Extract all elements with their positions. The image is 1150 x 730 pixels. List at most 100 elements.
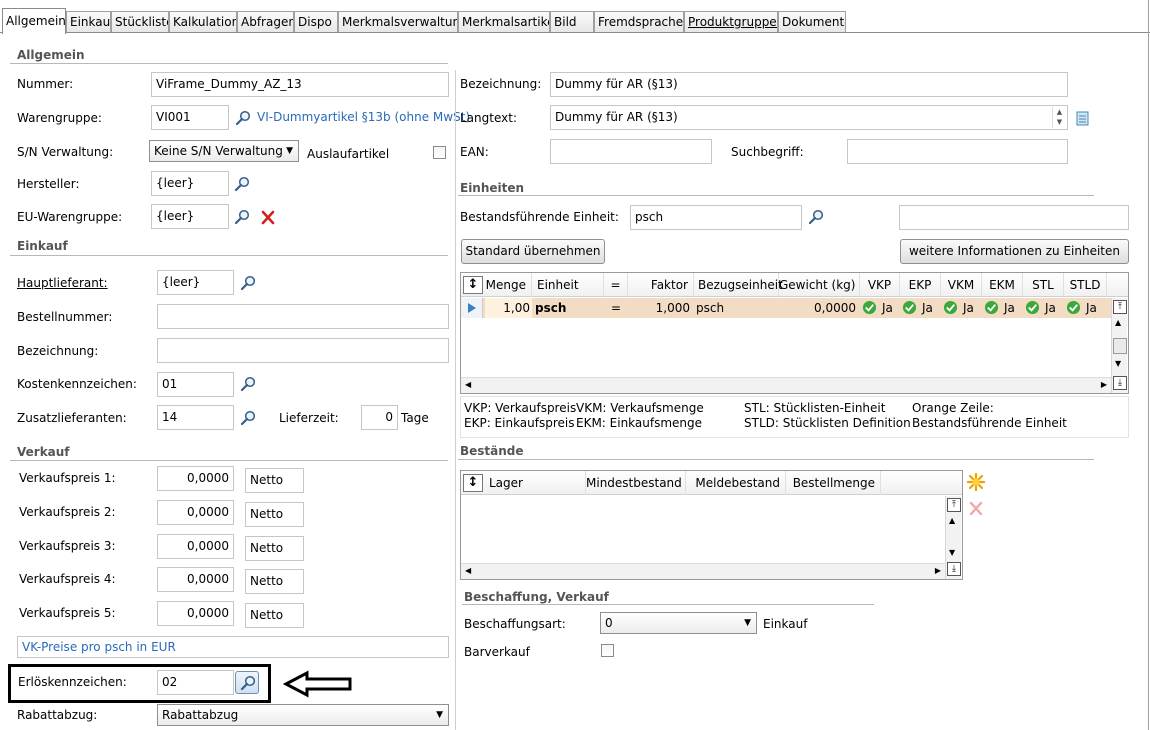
delete-icon[interactable]: [968, 500, 984, 516]
rabattabzug-select[interactable]: Rabattabzug ▼: [157, 704, 449, 726]
scroll-top-icon[interactable]: ⤒: [947, 498, 961, 512]
scroll-up-icon[interactable]: ▲: [1115, 318, 1121, 327]
tab-merkmalsartikel[interactable]: Merkmalsartikel: [458, 11, 550, 33]
tab-stueckliste[interactable]: Stückliste: [111, 11, 169, 33]
scroll-up-icon[interactable]: ▲: [949, 516, 955, 525]
verkaufspreis-5-field[interactable]: 0,0000: [157, 601, 234, 626]
verkaufspreis-4-field[interactable]: 0,0000: [157, 567, 234, 592]
cell-ekm[interactable]: Ja: [982, 298, 1023, 318]
scroll-left-icon[interactable]: ◀: [465, 380, 471, 389]
bestandsfuehrende-einheit-field[interactable]: psch: [630, 205, 802, 230]
ean-field[interactable]: [550, 139, 712, 164]
cell-faktor[interactable]: 1,000: [628, 298, 694, 318]
cell-stld[interactable]: Ja: [1064, 298, 1107, 318]
erloeskennzeichen-field[interactable]: 02: [157, 670, 234, 695]
col-gewicht[interactable]: Gewicht (kg): [779, 273, 860, 297]
tab-bild[interactable]: Bild: [550, 11, 594, 33]
lieferzeit-field[interactable]: 0: [361, 405, 398, 430]
tab-abfragen[interactable]: Abfragen: [237, 11, 294, 33]
table-row[interactable]: 1,00 psch = 1,000 psch 0,0000 Ja Ja Ja J…: [461, 298, 1111, 318]
col-vkm[interactable]: VKM: [941, 273, 982, 297]
warengruppe-search-icon[interactable]: [235, 110, 251, 126]
scroll-bottom-icon[interactable]: ⤓: [1113, 376, 1127, 390]
verkaufspreis-3-type[interactable]: Netto: [245, 536, 304, 561]
tab-allgemein[interactable]: Allgemein: [2, 8, 66, 34]
col-lager[interactable]: Lager: [485, 471, 586, 495]
einheiten-hscrollbar[interactable]: ◀ ▶: [461, 377, 1111, 393]
tab-kalkulation[interactable]: Kalkulation: [169, 11, 237, 33]
scroll-top-icon[interactable]: ⤒: [1113, 300, 1127, 314]
col-eq[interactable]: =: [604, 273, 628, 297]
resize-icon[interactable]: ↕: [463, 474, 483, 492]
cell-einheit[interactable]: psch: [535, 298, 603, 318]
hauptlieferant-field[interactable]: {leer}: [157, 270, 234, 295]
notepad-icon[interactable]: [1074, 110, 1090, 126]
einkauf-bezeichnung-field[interactable]: [157, 338, 449, 363]
hauptlieferant-search-icon[interactable]: [240, 275, 256, 291]
verkaufspreis-3-field[interactable]: 0,0000: [157, 534, 234, 559]
col-mindestbestand[interactable]: Mindestbestand: [586, 471, 686, 495]
tab-produktgruppen[interactable]: Produktgruppen: [684, 11, 778, 33]
standard-uebernehmen-button[interactable]: Standard übernehmen: [461, 239, 605, 264]
verkaufspreis-2-type[interactable]: Netto: [245, 502, 304, 527]
scroll-left-icon[interactable]: ◀: [465, 566, 471, 575]
suchbegriff-field[interactable]: [847, 139, 1068, 164]
cell-stl[interactable]: Ja: [1023, 298, 1064, 318]
einheit-extra-field[interactable]: [899, 205, 1129, 230]
sn-select[interactable]: Keine S/N Verwaltung ▼: [149, 140, 299, 162]
nummer-field[interactable]: ViFrame_Dummy_AZ_13: [151, 72, 449, 97]
verkaufspreis-1-type[interactable]: Netto: [245, 468, 304, 493]
tab-einkauf[interactable]: Einkauf: [66, 11, 111, 33]
bestaende-hscrollbar[interactable]: ◀ ▶: [461, 563, 945, 579]
col-einheit[interactable]: Einheit: [533, 273, 604, 297]
scroll-right-icon[interactable]: ▶: [1101, 380, 1107, 389]
col-meldebestand[interactable]: Meldebestand: [686, 471, 786, 495]
warengruppe-field[interactable]: VI001: [151, 105, 229, 130]
cell-menge[interactable]: 1,00: [485, 298, 532, 318]
cell-gewicht[interactable]: 0,0000: [779, 298, 860, 318]
kostenkennzeichen-search-icon[interactable]: [240, 376, 256, 392]
langtext-field[interactable]: Dummy für AR (§13) ▲ ▼: [550, 105, 1068, 130]
einheit-search-icon[interactable]: [808, 209, 824, 225]
col-faktor[interactable]: Faktor: [628, 273, 694, 297]
verkaufspreis-4-type[interactable]: Netto: [245, 569, 304, 594]
eu-clear-icon[interactable]: [260, 209, 276, 225]
col-ekp[interactable]: EKP: [900, 273, 941, 297]
scroll-thumb[interactable]: [1113, 338, 1127, 354]
tab-dokumente[interactable]: Dokumente: [778, 11, 846, 33]
cell-vkp[interactable]: Ja: [860, 298, 900, 318]
barverkauf-checkbox[interactable]: [601, 644, 614, 657]
auslauf-checkbox[interactable]: [433, 146, 446, 159]
tab-fremdsprachen[interactable]: Fremdsprachen: [594, 11, 684, 33]
col-ekm[interactable]: EKM: [982, 273, 1023, 297]
cell-ekp[interactable]: Ja: [900, 298, 941, 318]
col-bestellmenge[interactable]: Bestellmenge: [786, 471, 881, 495]
weitere-informationen-button[interactable]: weitere Informationen zu Einheiten: [900, 239, 1129, 264]
bestellnummer-field[interactable]: [157, 304, 449, 329]
resize-icon[interactable]: ↕: [463, 276, 483, 294]
verkaufspreis-2-field[interactable]: 0,0000: [157, 500, 234, 525]
col-stl[interactable]: STL: [1023, 273, 1064, 297]
col-bezugseinheit[interactable]: Bezugseinheit: [694, 273, 783, 297]
hersteller-field[interactable]: {leer}: [151, 171, 229, 196]
tab-merkmalsverwaltung[interactable]: Merkmalsverwaltung: [338, 11, 458, 33]
verkaufspreis-5-type[interactable]: Netto: [245, 603, 304, 628]
erloeskennzeichen-search-button[interactable]: [235, 671, 259, 694]
scroll-down-icon[interactable]: ▼: [949, 548, 955, 557]
scroll-right-icon[interactable]: ▶: [935, 566, 941, 575]
eu-field[interactable]: {leer}: [151, 204, 229, 229]
hersteller-search-icon[interactable]: [234, 176, 250, 192]
col-vkp[interactable]: VKP: [860, 273, 900, 297]
scroll-down-icon[interactable]: ▼: [1115, 359, 1121, 368]
beschaffungsart-select[interactable]: 0 ▼: [600, 612, 757, 634]
tab-dispo[interactable]: Dispo: [294, 11, 338, 33]
new-star-icon[interactable]: [967, 473, 985, 491]
warengruppe-link[interactable]: VI-Dummyartikel §13b (ohne MwSt): [257, 110, 470, 124]
col-stld[interactable]: STLD: [1064, 273, 1107, 297]
cell-vkm[interactable]: Ja: [941, 298, 982, 318]
eu-search-icon[interactable]: [234, 209, 250, 225]
col-menge[interactable]: Menge: [485, 273, 532, 297]
langtext-spinner[interactable]: ▲ ▼: [1052, 107, 1066, 128]
scroll-bottom-icon[interactable]: ⤓: [947, 562, 961, 576]
einheiten-vscrollbar[interactable]: ⤒ ▲ ▼ ⤓: [1111, 298, 1127, 393]
